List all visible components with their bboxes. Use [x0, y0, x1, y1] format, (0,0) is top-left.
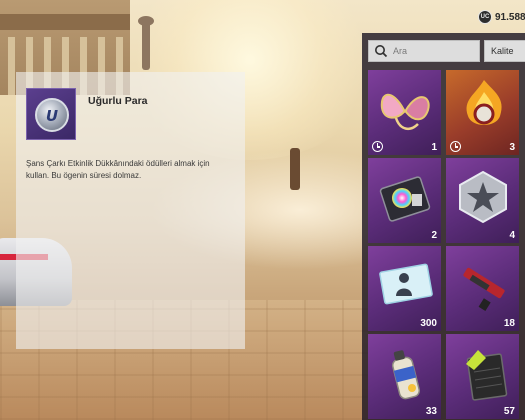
item-count: 300 [420, 318, 437, 329]
item-count: 3 [509, 142, 515, 153]
color-paint-kit-icon [379, 176, 431, 222]
inventory-slot-1[interactable]: 1 [368, 70, 441, 155]
inventory-slot-7[interactable]: 33 [368, 334, 441, 419]
outfit-voucher-icon [379, 263, 433, 305]
green-tag-card-icon [466, 350, 508, 401]
inventory-slot-4[interactable]: 4 [446, 158, 519, 243]
currency-display: UC 91.588 [478, 9, 525, 25]
currency-value: 91.588 [495, 11, 525, 23]
currency-coin-icon: UC [478, 10, 492, 24]
item-count: 33 [425, 406, 437, 417]
lucky-coin-icon: U [26, 88, 76, 140]
item-count: 4 [509, 230, 515, 241]
inventory-slot-2[interactable]: 3 [446, 70, 519, 155]
search-placeholder: Ara [393, 46, 408, 56]
timer-icon [372, 141, 383, 152]
flame-emblem-icon [466, 80, 502, 125]
search-icon [375, 45, 388, 58]
background-statue [138, 16, 154, 70]
quality-filter-button[interactable]: Kalite [484, 40, 525, 62]
inventory-slot-3[interactable]: 2 [368, 158, 441, 243]
inventory-slot-8[interactable]: 57 [446, 334, 519, 419]
item-count: 2 [431, 230, 437, 241]
inventory-slot-6[interactable]: 18 [446, 246, 519, 331]
item-count: 1 [431, 142, 437, 153]
silver-star-badge-icon [459, 170, 507, 224]
item-count: 57 [503, 406, 515, 417]
item-count: 18 [503, 318, 515, 329]
item-detail-title: Uğurlu Para [88, 95, 148, 107]
background-soldier [290, 148, 300, 190]
search-input[interactable]: Ara [368, 40, 480, 62]
timer-icon [450, 141, 461, 152]
inventory-slot-5[interactable]: 300 [368, 246, 441, 331]
weapon-skin-icon [463, 267, 505, 311]
spray-can-icon [391, 350, 421, 400]
pink-angel-wings-icon [380, 93, 430, 131]
item-detail-description: Şans Çarkı Etkinlik Dükkânındaki ödüller… [26, 159, 210, 180]
